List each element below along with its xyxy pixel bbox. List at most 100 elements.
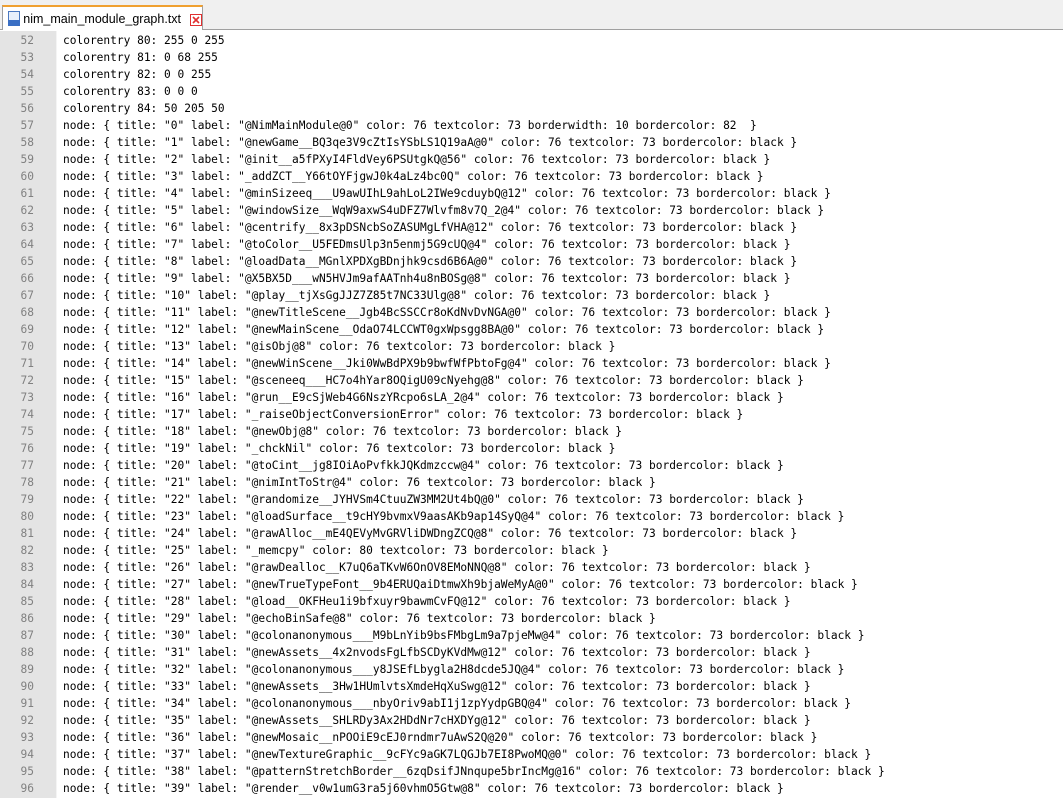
code-line[interactable]: 91 node: { title: "34" label: "@colonanon… xyxy=(0,695,1063,712)
code-line[interactable]: 86 node: { title: "29" label: "@echoBinSa… xyxy=(0,610,1063,627)
line-text: node: { title: "6" label: "@centrify__8x… xyxy=(63,221,798,234)
line-number: 79 xyxy=(20,493,34,506)
code-line[interactable]: 79 node: { title: "22" label: "@randomize… xyxy=(0,491,1063,508)
code-line[interactable]: 76 node: { title: "19" label: "_chckNil" … xyxy=(0,440,1063,457)
line-text: node: { title: "24" label: "@rawAlloc__m… xyxy=(63,527,798,540)
line-text: node: { title: "21" label: "@nimIntToStr… xyxy=(63,476,656,489)
line-number: 77 xyxy=(20,459,34,472)
text-editor[interactable]: 52 colorentry 80: 255 0 255 53 colorentry 8… xyxy=(0,31,1063,798)
line-number: 78 xyxy=(20,476,34,489)
code-line[interactable]: 62 node: { title: "5" label: "@windowSize… xyxy=(0,202,1063,219)
code-line[interactable]: 77 node: { title: "20" label: "@toCint__j… xyxy=(0,457,1063,474)
tab-bar: nim_main_module_graph.txt xyxy=(0,0,1063,30)
line-text: node: { title: "38" label: "@patternStre… xyxy=(63,765,885,778)
line-number: 74 xyxy=(20,408,34,421)
code-line[interactable]: 80 node: { title: "23" label: "@loadSurfa… xyxy=(0,508,1063,525)
line-number: 59 xyxy=(20,153,34,166)
code-line[interactable]: 84 node: { title: "27" label: "@newTrueTy… xyxy=(0,576,1063,593)
line-number: 55 xyxy=(20,85,34,98)
line-number: 60 xyxy=(20,170,34,183)
line-number: 94 xyxy=(20,748,34,761)
line-number: 96 xyxy=(20,782,34,795)
line-number: 75 xyxy=(20,425,34,438)
line-number: 81 xyxy=(20,527,34,540)
line-text: node: { title: "28" label: "@load__OKFHe… xyxy=(63,595,791,608)
line-text: node: { title: "15" label: "@sceneeq___H… xyxy=(63,374,804,387)
text-file-icon xyxy=(7,10,20,27)
line-number: 73 xyxy=(20,391,34,404)
tab-file[interactable]: nim_main_module_graph.txt xyxy=(2,5,203,30)
code-line[interactable]: 55 colorentry 83: 0 0 0 xyxy=(0,83,1063,100)
code-line[interactable]: 78 node: { title: "21" label: "@nimIntToS… xyxy=(0,474,1063,491)
line-number: 52 xyxy=(20,34,34,47)
code-line[interactable]: 61 node: { title: "4" label: "@minSizeeq_… xyxy=(0,185,1063,202)
line-text: node: { title: "31" label: "@newAssets__… xyxy=(63,646,811,659)
code-line[interactable]: 54 colorentry 82: 0 0 255 xyxy=(0,66,1063,83)
line-text: node: { title: "13" label: "@isObj@8" co… xyxy=(63,340,616,353)
code-line[interactable]: 85 node: { title: "28" label: "@load__OKF… xyxy=(0,593,1063,610)
line-text: node: { title: "11" label: "@newTitleSce… xyxy=(63,306,831,319)
line-text: node: { title: "8" label: "@loadData__MG… xyxy=(63,255,798,268)
line-number: 62 xyxy=(20,204,34,217)
line-number: 88 xyxy=(20,646,34,659)
code-line[interactable]: 73 node: { title: "16" label: "@run__E9cS… xyxy=(0,389,1063,406)
code-line[interactable]: 88 node: { title: "31" label: "@newAssets… xyxy=(0,644,1063,661)
code-line[interactable]: 94 node: { title: "37" label: "@newTextur… xyxy=(0,746,1063,763)
code-line[interactable]: 57 node: { title: "0" label: "@NimMainMod… xyxy=(0,117,1063,134)
line-text: node: { title: "5" label: "@windowSize__… xyxy=(63,204,825,217)
code-line[interactable]: 58 node: { title: "1" label: "@newGame__B… xyxy=(0,134,1063,151)
line-text: colorentry 84: 50 205 50 xyxy=(63,102,225,115)
code-line[interactable]: 82 node: { title: "25" label: "_memcpy" c… xyxy=(0,542,1063,559)
line-text: node: { title: "20" label: "@toCint__jg8… xyxy=(63,459,784,472)
code-line[interactable]: 60 node: { title: "3" label: "_addZCT__Y6… xyxy=(0,168,1063,185)
line-text: node: { title: "29" label: "@echoBinSafe… xyxy=(63,612,656,625)
code-line[interactable]: 68 node: { title: "11" label: "@newTitleS… xyxy=(0,304,1063,321)
line-number: 68 xyxy=(20,306,34,319)
code-line[interactable]: 65 node: { title: "8" label: "@loadData__… xyxy=(0,253,1063,270)
line-number: 70 xyxy=(20,340,34,353)
line-number: 76 xyxy=(20,442,34,455)
line-number: 90 xyxy=(20,680,34,693)
code-line[interactable]: 56 colorentry 84: 50 205 50 xyxy=(0,100,1063,117)
line-text: node: { title: "35" label: "@newAssets__… xyxy=(63,714,811,727)
code-line[interactable]: 66 node: { title: "9" label: "@X5BX5D___w… xyxy=(0,270,1063,287)
line-number: 83 xyxy=(20,561,34,574)
line-number: 86 xyxy=(20,612,34,625)
line-text: node: { title: "30" label: "@colonanonym… xyxy=(63,629,865,642)
code-line[interactable]: 74 node: { title: "17" label: "_raiseObje… xyxy=(0,406,1063,423)
line-text: node: { title: "23" label: "@loadSurface… xyxy=(63,510,845,523)
code-line[interactable]: 87 node: { title: "30" label: "@colonanon… xyxy=(0,627,1063,644)
code-line[interactable]: 53 colorentry 81: 0 68 255 xyxy=(0,49,1063,66)
code-line[interactable]: 52 colorentry 80: 255 0 255 xyxy=(0,32,1063,49)
line-number: 71 xyxy=(20,357,34,370)
code-line[interactable]: 90 node: { title: "33" label: "@newAssets… xyxy=(0,678,1063,695)
line-text: colorentry 81: 0 68 255 xyxy=(63,51,218,64)
line-text: node: { title: "12" label: "@newMainScen… xyxy=(63,323,825,336)
line-number: 80 xyxy=(20,510,34,523)
code-line[interactable]: 59 node: { title: "2" label: "@init__a5fP… xyxy=(0,151,1063,168)
line-number: 85 xyxy=(20,595,34,608)
line-number: 63 xyxy=(20,221,34,234)
code-line[interactable]: 95 node: { title: "38" label: "@patternSt… xyxy=(0,763,1063,780)
line-text: node: { title: "14" label: "@newWinScene… xyxy=(63,357,831,370)
code-line[interactable]: 69 node: { title: "12" label: "@newMainSc… xyxy=(0,321,1063,338)
line-number: 84 xyxy=(20,578,34,591)
code-line[interactable]: 63 node: { title: "6" label: "@centrify__… xyxy=(0,219,1063,236)
code-line[interactable]: 92 node: { title: "35" label: "@newAssets… xyxy=(0,712,1063,729)
code-line[interactable]: 72 node: { title: "15" label: "@sceneeq__… xyxy=(0,372,1063,389)
code-line[interactable]: 83 node: { title: "26" label: "@rawDeallo… xyxy=(0,559,1063,576)
line-text: node: { title: "3" label: "_addZCT__Y66t… xyxy=(63,170,764,183)
code-line[interactable]: 93 node: { title: "36" label: "@newMosaic… xyxy=(0,729,1063,746)
close-icon[interactable] xyxy=(190,13,202,26)
code-line[interactable]: 67 node: { title: "10" label: "@play__tjX… xyxy=(0,287,1063,304)
line-text: node: { title: "0" label: "@NimMainModul… xyxy=(63,119,757,132)
line-text: node: { title: "27" label: "@newTrueType… xyxy=(63,578,858,591)
code-line[interactable]: 71 node: { title: "14" label: "@newWinSce… xyxy=(0,355,1063,372)
code-line[interactable]: 70 node: { title: "13" label: "@isObj@8" … xyxy=(0,338,1063,355)
code-line[interactable]: 64 node: { title: "7" label: "@toColor__U… xyxy=(0,236,1063,253)
code-line[interactable]: 89 node: { title: "32" label: "@colonanon… xyxy=(0,661,1063,678)
line-text: colorentry 82: 0 0 255 xyxy=(63,68,212,81)
code-line[interactable]: 96 node: { title: "39" label: "@render__v… xyxy=(0,780,1063,797)
code-line[interactable]: 75 node: { title: "18" label: "@newObj@8"… xyxy=(0,423,1063,440)
code-line[interactable]: 81 node: { title: "24" label: "@rawAlloc_… xyxy=(0,525,1063,542)
